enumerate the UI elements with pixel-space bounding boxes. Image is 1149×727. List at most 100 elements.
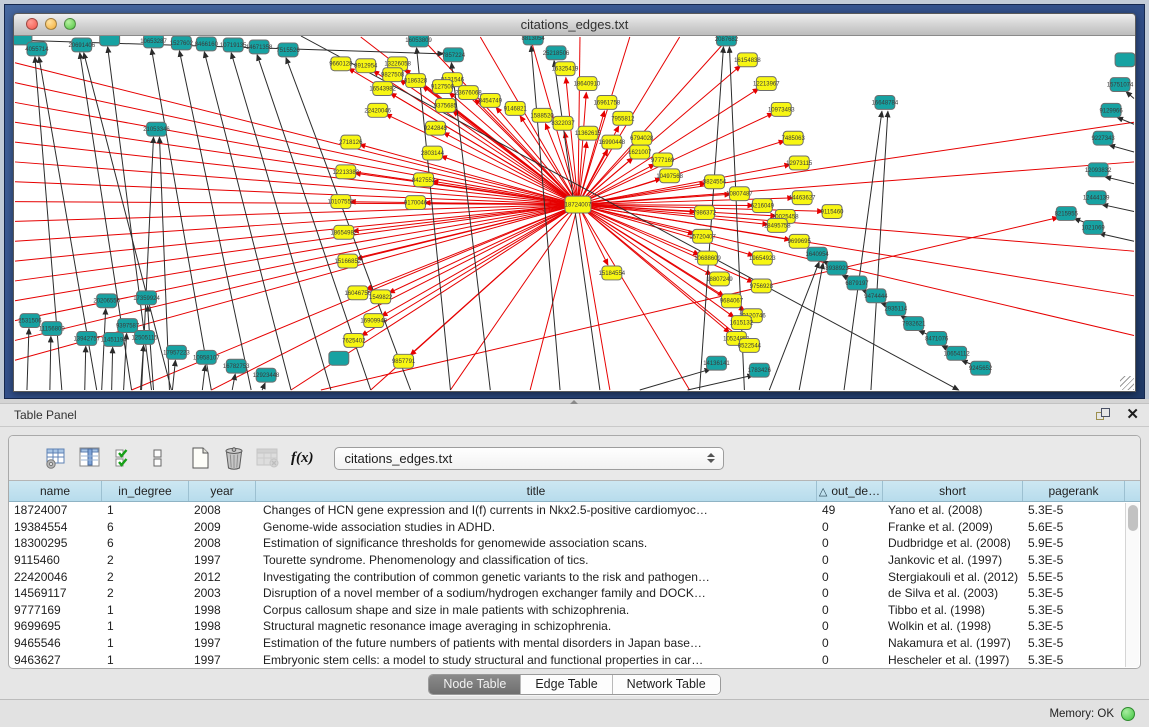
graph-node[interactable]: 15184554 bbox=[599, 266, 626, 280]
graph-node[interactable]: 13942757 bbox=[73, 332, 100, 346]
graph-node[interactable]: 9375685 bbox=[434, 98, 458, 112]
graph-node[interactable]: 1588520 bbox=[530, 108, 554, 122]
graph-node[interactable]: 1783426 bbox=[748, 363, 772, 377]
graph-node[interactable]: 9170046 bbox=[404, 196, 428, 210]
window-resize-grip[interactable] bbox=[1120, 376, 1134, 390]
graph-node[interactable]: 8466160 bbox=[195, 37, 219, 51]
graph-node[interactable]: 12213383 bbox=[333, 165, 360, 179]
graph-node[interactable]: 16990448 bbox=[599, 135, 626, 149]
graph-node[interactable]: 9242845 bbox=[424, 121, 448, 135]
graph-node[interactable] bbox=[329, 351, 349, 365]
graph-node[interactable]: 8912954 bbox=[354, 59, 378, 73]
graph-node[interactable]: 16782753 bbox=[223, 359, 250, 373]
graph-node[interactable]: 8454749 bbox=[479, 94, 503, 108]
graph-node[interactable]: 7857224 bbox=[442, 48, 466, 62]
graph-node[interactable]: 18640910 bbox=[574, 77, 601, 91]
graph-node[interactable]: 8938923 bbox=[825, 261, 849, 275]
graph-node[interactable]: 17957223 bbox=[163, 345, 190, 359]
table-row[interactable]: 977716911998Corpus callosum shape and si… bbox=[9, 602, 1125, 619]
graph-node[interactable]: 11451194 bbox=[101, 332, 127, 346]
graph-node[interactable]: 1640954 bbox=[806, 247, 830, 261]
graph-node[interactable]: 7986372 bbox=[693, 206, 717, 220]
split-divider[interactable] bbox=[0, 399, 1149, 404]
graph-node[interactable]: 22420046 bbox=[364, 103, 391, 117]
graph-node[interactable]: 14671358 bbox=[246, 40, 273, 54]
table-selector-dropdown[interactable]: citations_edges.txt bbox=[334, 447, 724, 470]
graph-node[interactable]: 6216049 bbox=[751, 199, 775, 213]
graph-node[interactable]: 10807487 bbox=[726, 187, 753, 201]
table-row[interactable]: 1456911722003Disruption of a novel membe… bbox=[9, 585, 1125, 602]
graph-node[interactable]: 12213967 bbox=[753, 77, 780, 91]
graph-node[interactable]: 10688609 bbox=[694, 251, 721, 265]
graph-node[interactable]: 1021069 bbox=[1082, 220, 1106, 234]
graph-node[interactable]: 10973493 bbox=[768, 102, 795, 116]
graph-node[interactable]: 8813054 bbox=[522, 36, 546, 45]
graph-node[interactable]: 20691406 bbox=[68, 38, 95, 52]
graph-node[interactable]: 16648784 bbox=[872, 95, 899, 109]
split-divider-handle[interactable] bbox=[566, 399, 582, 404]
graph-node[interactable]: 1615132 bbox=[730, 316, 754, 330]
graph-node[interactable]: 2087682 bbox=[715, 36, 739, 46]
table-row[interactable]: 946362711997Embryonic stem cells: a mode… bbox=[9, 651, 1125, 668]
graph-node[interactable]: 9146821 bbox=[504, 101, 528, 115]
graph-node[interactable]: 9777169 bbox=[651, 153, 675, 167]
graph-node[interactable]: 12505115 bbox=[131, 331, 158, 345]
graph-node[interactable]: 16961758 bbox=[594, 95, 621, 109]
column-header-title[interactable]: title bbox=[256, 481, 817, 501]
graph-node[interactable]: 9474444 bbox=[864, 289, 888, 303]
scrollbar-thumb[interactable] bbox=[1128, 505, 1138, 531]
graph-node[interactable]: 1527602 bbox=[170, 36, 194, 50]
graph-node[interactable]: 10653287 bbox=[140, 36, 167, 48]
function-builder-icon[interactable]: f(x) bbox=[291, 450, 314, 467]
graph-node[interactable]: 6794028 bbox=[630, 131, 654, 145]
column-header-year[interactable]: year bbox=[189, 481, 256, 501]
graph-node[interactable]: 7955812 bbox=[611, 111, 635, 125]
new-table-icon[interactable] bbox=[187, 445, 213, 471]
graph-node[interactable]: 8471076 bbox=[925, 332, 949, 346]
graph-node[interactable]: 9827508 bbox=[381, 68, 405, 82]
graph-node[interactable]: 25218506 bbox=[543, 46, 570, 60]
graph-node[interactable]: 10958107 bbox=[193, 350, 220, 364]
minimize-window-button[interactable] bbox=[45, 18, 57, 30]
tab-network-table[interactable]: Network Table bbox=[613, 675, 720, 694]
graph-node[interactable]: 18807249 bbox=[706, 272, 733, 286]
graph-node[interactable]: 6879197 bbox=[845, 276, 869, 290]
graph-node[interactable]: 21053346 bbox=[143, 122, 170, 136]
float-panel-icon[interactable] bbox=[1096, 408, 1112, 422]
graph-node[interactable]: 9660128 bbox=[329, 57, 353, 71]
graph-node[interactable]: 15166852 bbox=[335, 254, 362, 268]
graph-node[interactable]: 10719135 bbox=[220, 38, 247, 52]
table-row[interactable]: 1872400712008Changes of HCN gene express… bbox=[9, 502, 1125, 519]
graph-node[interactable]: 3824554 bbox=[703, 175, 727, 189]
network-window-titlebar[interactable]: citations_edges.txt bbox=[14, 14, 1135, 36]
network-canvas[interactable]: 4055714206914061065328715276028466160107… bbox=[14, 36, 1135, 391]
graph-node[interactable]: 16325419 bbox=[552, 62, 579, 76]
table-row[interactable]: 911546021997Tourette syndrome. Phenomeno… bbox=[9, 552, 1125, 569]
graph-node[interactable]: 9227343 bbox=[1091, 131, 1115, 145]
column-header-pagerank[interactable]: pagerank bbox=[1023, 481, 1125, 501]
graph-node[interactable]: 16543982 bbox=[369, 82, 396, 96]
graph-node[interactable]: 2531506 bbox=[18, 314, 42, 328]
graph-node[interactable]: 10497568 bbox=[656, 169, 683, 183]
select-rows-icon[interactable] bbox=[111, 445, 137, 471]
graph-node[interactable]: 20206556 bbox=[93, 294, 120, 308]
graph-node[interactable]: 16046756 bbox=[344, 286, 371, 300]
graph-node[interactable]: 12923448 bbox=[253, 368, 280, 382]
graph-node[interactable]: 1621007 bbox=[628, 145, 652, 159]
close-window-button[interactable] bbox=[26, 18, 38, 30]
column-header-in_degree[interactable]: in_degree bbox=[102, 481, 189, 501]
graph-node[interactable]: 9699695 bbox=[788, 234, 812, 248]
select-columns-icon[interactable] bbox=[77, 445, 103, 471]
graph-node[interactable]: 1549822 bbox=[369, 290, 393, 304]
graph-node[interactable]: 8186328 bbox=[404, 74, 428, 88]
graph-node[interactable]: 10107552 bbox=[328, 195, 355, 209]
zoom-window-button[interactable] bbox=[64, 18, 76, 30]
graph-node[interactable]: 16154838 bbox=[734, 53, 761, 67]
graph-node[interactable]: 7625402 bbox=[342, 333, 366, 347]
graph-node[interactable]: 19654923 bbox=[749, 251, 776, 265]
graph-node[interactable]: 15751074 bbox=[1107, 78, 1134, 92]
graph-node[interactable]: 14136141 bbox=[703, 356, 730, 370]
graph-node[interactable]: 9684067 bbox=[720, 294, 744, 308]
graph-node[interactable]: 23676068 bbox=[455, 86, 482, 100]
graph-node[interactable]: 8522544 bbox=[738, 338, 762, 352]
